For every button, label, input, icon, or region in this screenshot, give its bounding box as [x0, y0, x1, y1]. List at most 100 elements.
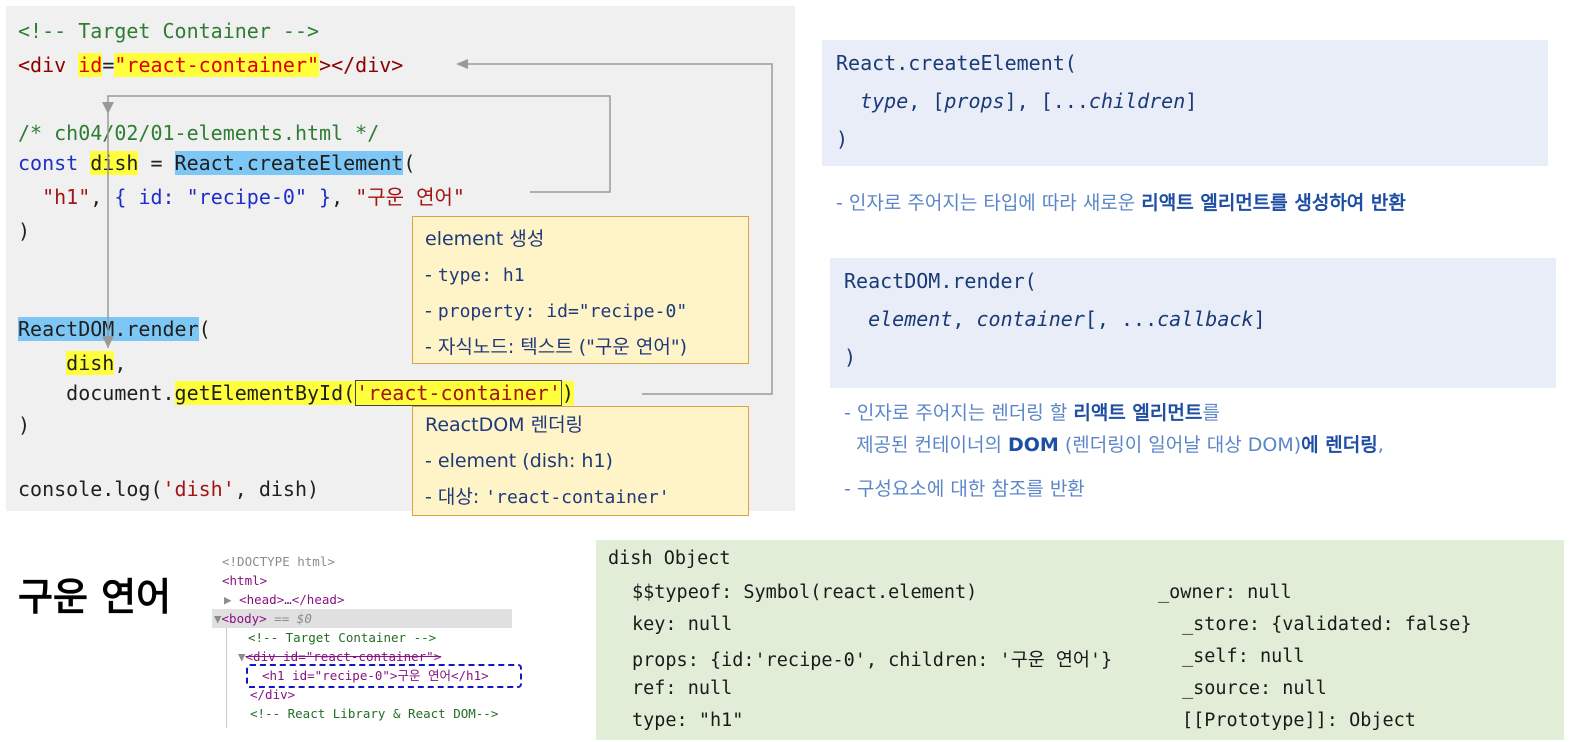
code-token: , — [90, 185, 115, 209]
desc-bold: 리액트 엘리먼트를 생성하여 반환 — [1141, 192, 1406, 214]
dish-prop-store: _store: {validated: false} — [1182, 614, 1472, 635]
code-token: ) — [561, 381, 574, 405]
dish-prop-owner: _owner: null — [1158, 582, 1292, 603]
devtools-body-row[interactable]: ▼<body> == $0 — [214, 609, 312, 628]
code-fn-render: ReactDOM.render — [18, 317, 199, 341]
code-arg-container-id: 'react-container' — [355, 380, 562, 406]
code-arg-child: "구운 연어" — [355, 185, 465, 209]
syntax-param-callback: callback — [1157, 307, 1254, 331]
syntax-param-element: element — [868, 307, 953, 331]
note-property: - property: id="recipe-0" — [425, 293, 736, 329]
syntax-line: ) — [844, 345, 857, 369]
syntax-token — [836, 89, 860, 113]
dish-prop-ref: ref: null — [632, 678, 733, 699]
devtools-selected-marker: == $0 — [266, 611, 312, 626]
code-token: ( — [403, 151, 416, 175]
desc-render-line2: 제공된 컨테이너의 DOM (렌더링이 일어날 대상 DOM)에 렌더링, — [844, 430, 1384, 457]
code-token: ></div> — [319, 53, 404, 77]
syntax-render: ReactDOM.render( element, container[, ..… — [830, 258, 1556, 388]
note-prefix: - — [425, 300, 438, 322]
desc-text: (렌더링이 일어날 대상 DOM) — [1058, 434, 1302, 456]
note-property-value: property: id="recipe-0" — [437, 301, 688, 322]
dish-prop-type: type: "h1" — [632, 710, 744, 731]
collapse-arrow-icon[interactable]: ▼ — [238, 649, 246, 664]
code-token: , — [331, 185, 356, 209]
syntax-params: element, container[, ...callback] — [844, 300, 1556, 338]
devtools-div-tag: <div id="react-container"> — [245, 649, 442, 664]
note-render: ReactDOM 렌더링 - element (dish: h1) - 대상: … — [412, 406, 749, 516]
code-token: , dish) — [234, 477, 320, 501]
dish-prop-props: props: {id:'recipe-0', children: '구운 연어'… — [632, 650, 1113, 671]
code-token: <div — [18, 53, 79, 77]
code-comment-file: /* ch04/02/01-elements.html */ — [18, 121, 380, 145]
syntax-token: ] — [1253, 307, 1266, 331]
code-comment-target: <!-- Target Container --> — [18, 19, 320, 43]
syntax-token: , — [952, 307, 977, 331]
note-render-target: - 대상: 'react-container' — [425, 479, 736, 515]
code-render-call: ReactDOM.render( — [18, 316, 211, 342]
devtools-comment-target: <!-- Target Container --> — [248, 630, 437, 645]
dish-object-panel: dish Object $$typeof: Symbol(react.eleme… — [596, 540, 1564, 740]
desc-render-line1: - 인자로 주어지는 렌더링 할 리액트 엘리먼트를 — [844, 398, 1220, 425]
code-render-arg-container: document.getElementById('react-container… — [18, 380, 574, 406]
dish-prop-self: _self: null — [1182, 646, 1305, 667]
desc-bold: 에 렌더링 — [1301, 434, 1378, 456]
code-close-paren-2: ) — [18, 413, 31, 437]
code-const-dish: const dish = React.createElement( — [18, 150, 415, 176]
code-fn-create-element: React.createElement — [174, 151, 404, 175]
note-prefix: - — [425, 264, 438, 286]
code-token: document. — [18, 381, 175, 405]
desc-text: 제공된 컨테이너의 — [844, 434, 1008, 456]
desc-text: , — [1377, 434, 1384, 456]
devtools-html-tag[interactable]: <html> — [222, 571, 267, 590]
note-target-value: 'react-container' — [485, 487, 670, 508]
code-close-paren: ) — [18, 219, 31, 243]
dish-prop-key: key: null — [632, 614, 733, 635]
devtools-doctype: <!DOCTYPE html> — [222, 554, 335, 569]
devtools-head-tag: <head>…</head> — [239, 592, 345, 607]
note-prefix: - 대상: — [425, 486, 486, 508]
syntax-create-element: React.createElement( type, [props], [...… — [822, 40, 1548, 166]
syntax-line: ReactDOM.render( — [844, 269, 1037, 293]
note-render-element: - element (dish: h1) — [425, 450, 613, 472]
syntax-line: ) — [836, 127, 849, 151]
desc-text: - 인자로 주어지는 렌더링 할 — [844, 402, 1074, 424]
devtools-body-tag: <body> — [221, 611, 267, 626]
collapse-arrow-icon[interactable]: ▼ — [214, 611, 222, 626]
code-keyword: const — [18, 151, 91, 175]
code-var-dish: dish — [90, 151, 139, 175]
rendered-h1-output: 구운 연어 — [18, 575, 172, 619]
note-type: - type: h1 — [425, 257, 736, 293]
syntax-param-props: props — [944, 89, 1005, 113]
code-render-arg-dish: dish, — [18, 350, 126, 376]
syntax-param-container: container — [976, 307, 1085, 331]
syntax-token: ], [... — [1004, 89, 1089, 113]
devtools-indent-guide — [226, 628, 227, 728]
syntax-param-children: children — [1088, 89, 1186, 113]
code-token: ( — [198, 317, 211, 341]
note-element-created: element 생성 - type: h1 - property: id="re… — [412, 216, 749, 364]
devtools-elements-panel: <!DOCTYPE html> <html> ▶ <head>…</head> … — [212, 552, 528, 732]
desc-text: - 인자로 주어지는 타입에 따라 새로운 — [836, 192, 1142, 214]
code-fn-get-element: getElementById( — [174, 381, 356, 405]
note-title: element 생성 — [425, 228, 545, 250]
expand-arrow-icon[interactable]: ▶ — [224, 592, 232, 607]
desc-create-element: - 인자로 주어지는 타입에 따라 새로운 리액트 엘리먼트를 생성하여 반환 — [836, 188, 1406, 215]
desc-text: 를 — [1202, 402, 1220, 424]
note-child: - 자식노드: 텍스트 ("구운 연어") — [425, 336, 687, 358]
syntax-params: type, [props], [...children] — [836, 82, 1548, 120]
devtools-head-row[interactable]: ▶ <head>…</head> — [224, 590, 344, 609]
dish-prop-typeof: $$typeof: Symbol(react.element) — [632, 582, 978, 603]
code-attr-id: id — [78, 53, 103, 77]
desc-bold: DOM — [1008, 434, 1059, 456]
h1-highlight-box — [246, 664, 522, 688]
desc-bold: 리액트 엘리먼트 — [1073, 402, 1203, 424]
code-console-log: console.log('dish', dish) — [18, 476, 319, 502]
code-arg-props: { id: "recipe-0" } — [114, 185, 332, 209]
syntax-line: React.createElement( — [836, 51, 1077, 75]
code-token: = — [138, 151, 175, 175]
code-token: , — [114, 351, 127, 375]
code-log-string: 'dish' — [162, 477, 235, 501]
